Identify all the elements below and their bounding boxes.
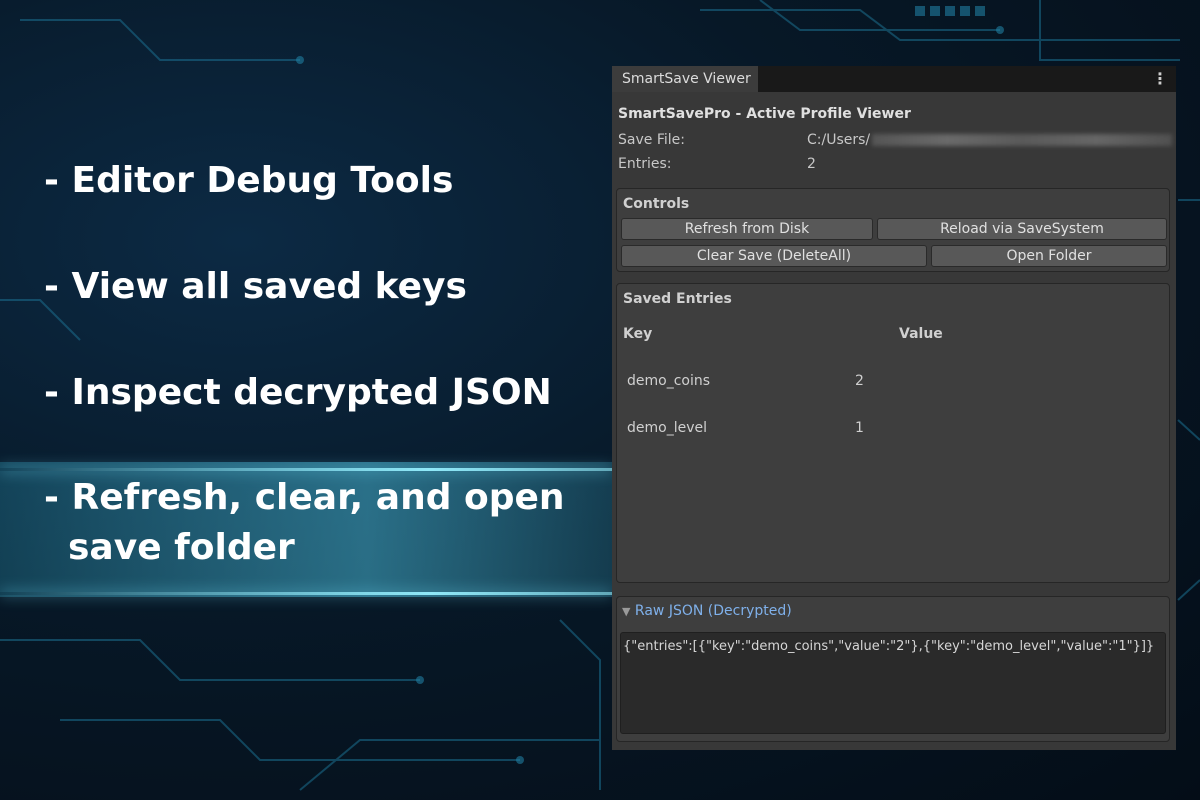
refresh-from-disk-button[interactable]: Refresh from Disk [621,218,873,240]
saved-entries-title: Saved Entries [623,291,732,307]
entry-value: 1 [855,420,864,436]
bullet-line-2: save folder [68,527,295,568]
smartsave-viewer-window: SmartSave Viewer ⋮ SmartSavePro - Active… [612,66,1176,750]
entries-label: Entries: [618,156,672,172]
save-file-path: C:/Users/ [807,132,871,148]
reload-via-savesystem-button[interactable]: Reload via SaveSystem [877,218,1167,240]
save-file-value: C:/Users/ [807,132,1173,148]
blurred-path [872,134,1173,146]
entries-value: 2 [807,156,816,172]
clear-save-button[interactable]: Clear Save (DeleteAll) [621,245,927,267]
entry-value: 2 [855,373,864,389]
controls-section: Controls Refresh from Disk Reload via Sa… [616,188,1170,272]
tab-bar: SmartSave Viewer ⋮ [612,66,1176,92]
bullet-line-1: - Refresh, clear, and open [44,477,565,518]
value-column-header: Value [899,326,943,342]
tab-smartsave-viewer[interactable]: SmartSave Viewer [612,66,758,92]
raw-json-textarea[interactable]: {"entries":[{"key":"demo_coins","value":… [620,632,1166,734]
raw-json-foldout[interactable]: ▼ Raw JSON (Decrypted) [622,603,792,619]
open-folder-button[interactable]: Open Folder [931,245,1167,267]
entry-key: demo_level [627,420,707,436]
key-column-header: Key [623,326,653,342]
raw-json-title: Raw JSON (Decrypted) [634,603,792,619]
bullet-view-saved-keys: - View all saved keys [44,266,467,307]
glow-line-bottom [0,592,612,595]
glow-line-top [0,468,612,471]
bullet-editor-debug-tools: - Editor Debug Tools [44,160,454,201]
save-file-label: Save File: [618,132,685,148]
bullet-inspect-json: - Inspect decrypted JSON [44,372,552,413]
bullet-refresh-clear-open: - Refresh, clear, and open save folder [44,473,565,573]
window-title: SmartSavePro - Active Profile Viewer [618,106,911,122]
entry-key: demo_coins [627,373,711,389]
controls-title: Controls [623,196,690,212]
saved-entries-section: Saved Entries Key Value demo_coins 2 dem… [616,283,1170,583]
kebab-menu-icon[interactable]: ⋮ [1152,69,1168,88]
triangle-down-icon: ▼ [622,605,631,618]
